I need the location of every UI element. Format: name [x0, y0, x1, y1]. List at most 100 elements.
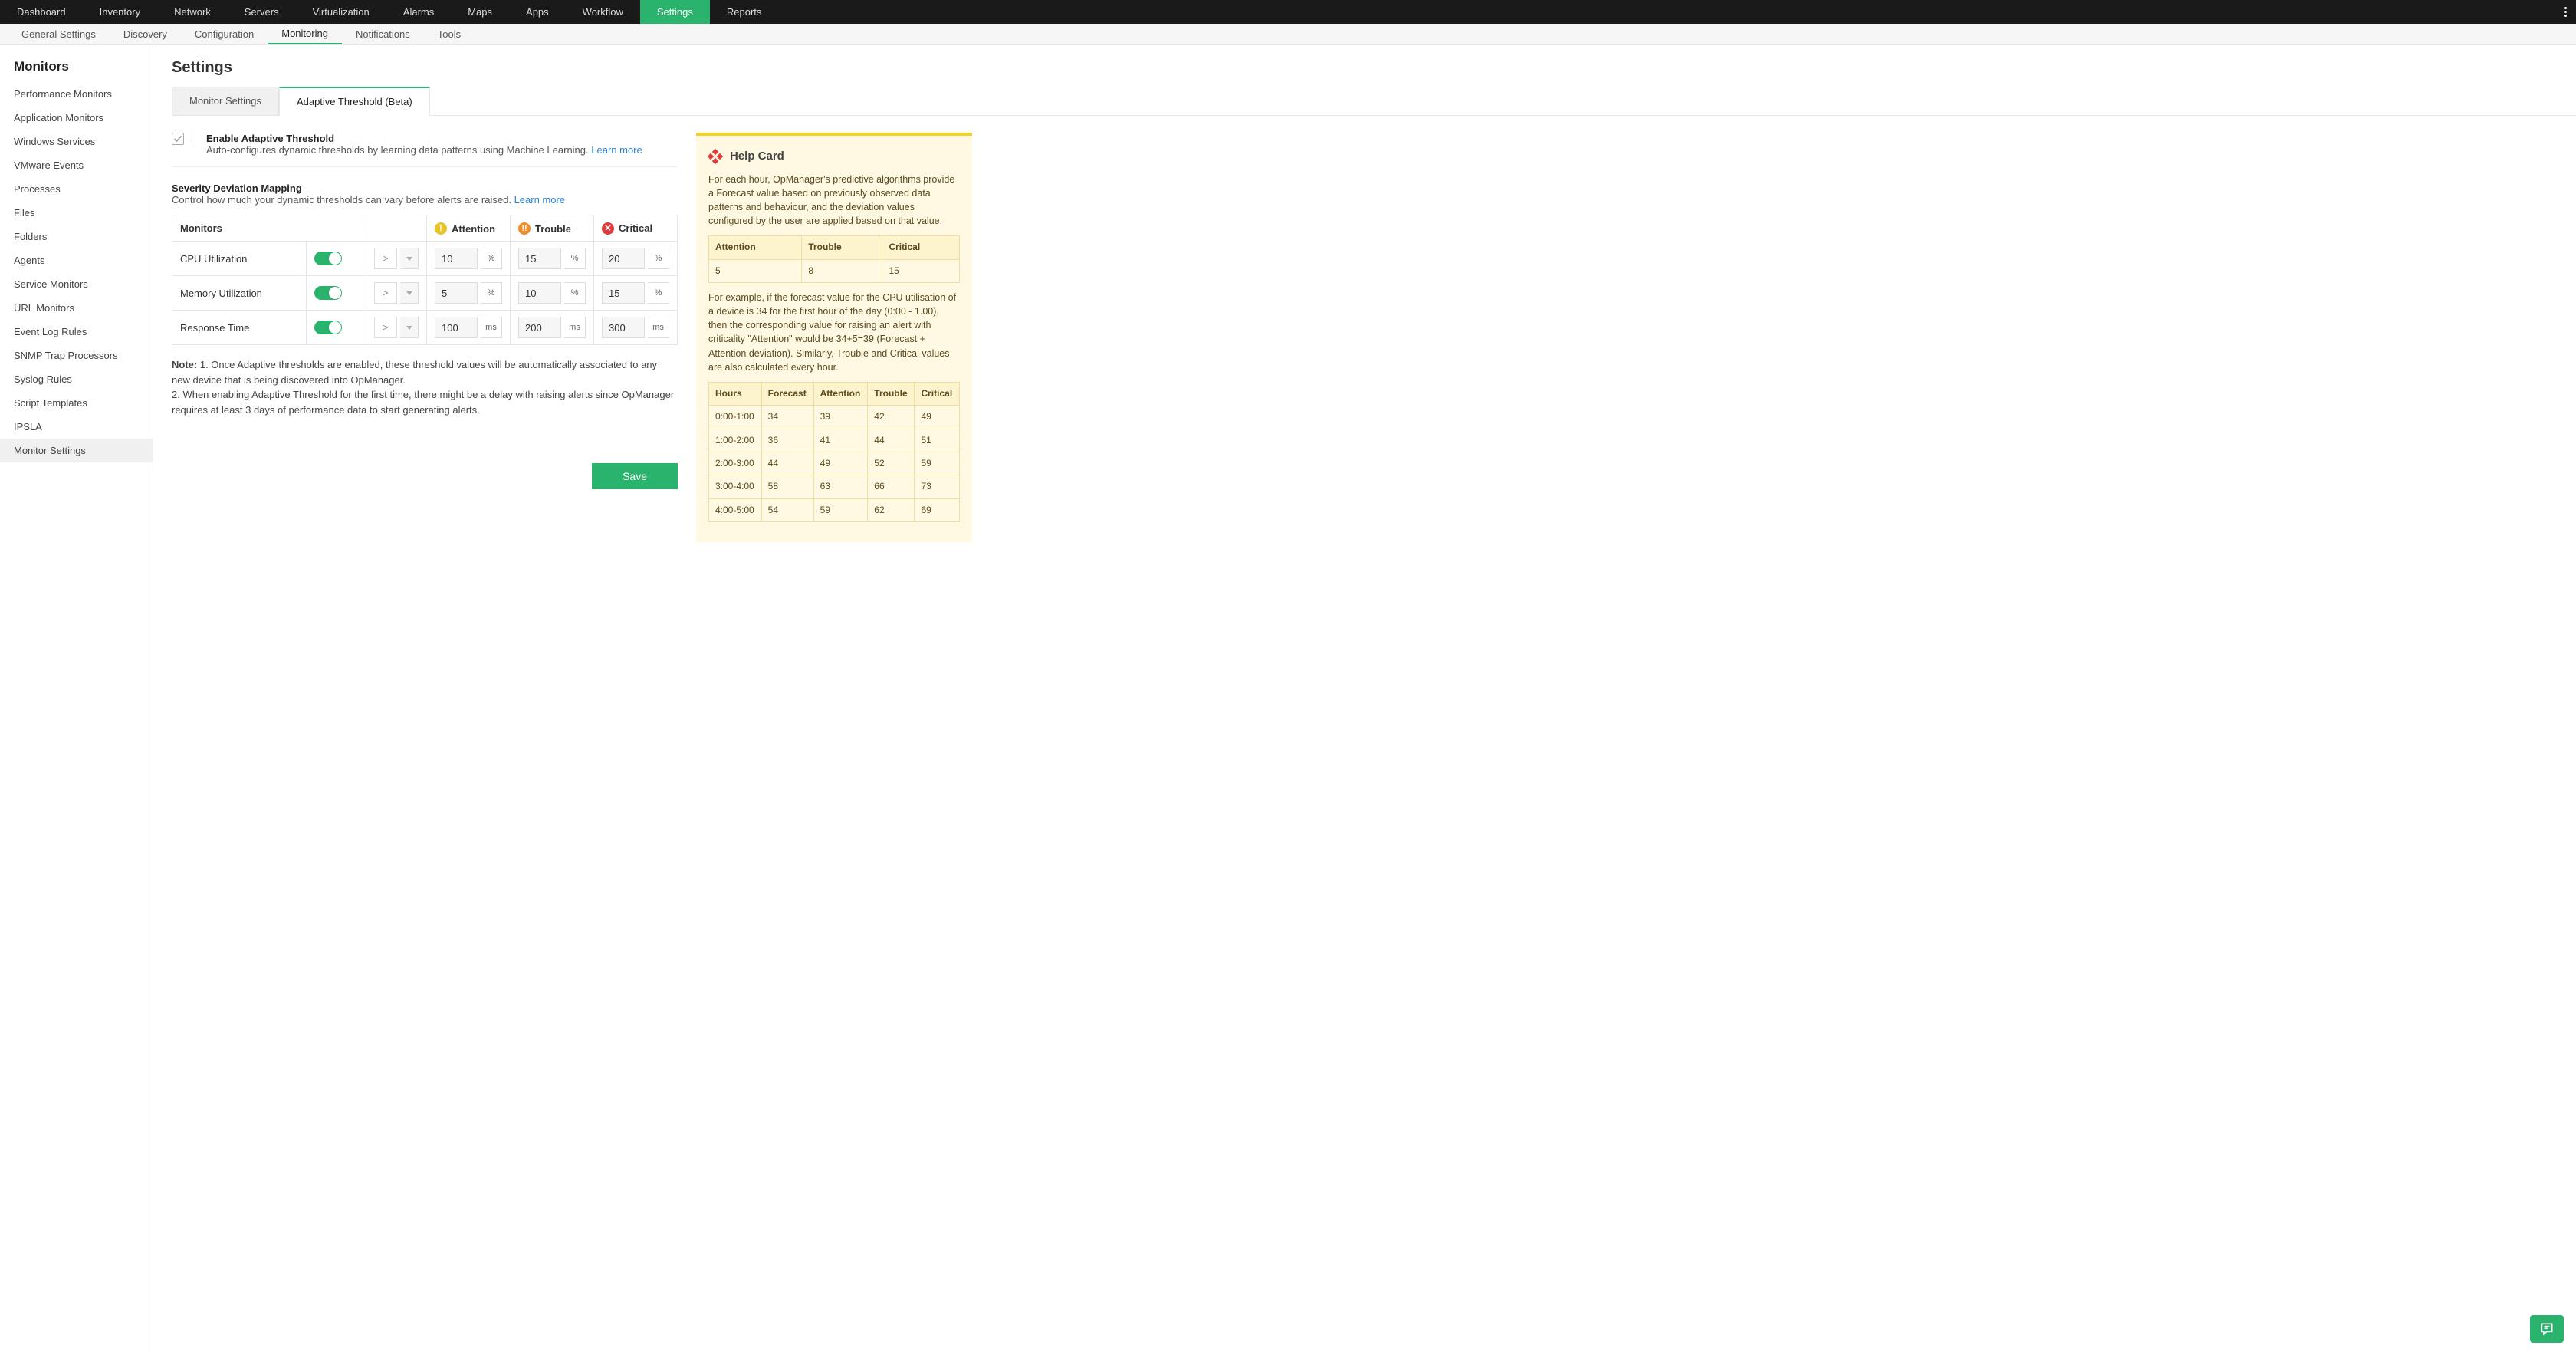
help-card: Help Card For each hour, OpManager's pre… [696, 133, 972, 542]
table-row: CPU Utilization >%%% [172, 242, 678, 276]
sidebar: Monitors Performance MonitorsApplication… [0, 45, 153, 1352]
critical-value-input[interactable] [602, 282, 645, 304]
attention-value-input[interactable] [435, 282, 478, 304]
nav-item-maps[interactable]: Maps [451, 0, 509, 24]
help-paragraph-1: For each hour, OpManager's predictive al… [708, 173, 960, 229]
sidebar-item-windows-services[interactable]: Windows Services [0, 130, 153, 153]
nav-item-alarms[interactable]: Alarms [386, 0, 451, 24]
top-nav: DashboardInventoryNetworkServersVirtuali… [0, 0, 2576, 24]
subnav-item-monitoring[interactable]: Monitoring [268, 24, 342, 44]
sidebar-item-ipsla[interactable]: IPSLA [0, 415, 153, 439]
unit-label: % [648, 282, 669, 304]
unit-label: ms [648, 317, 669, 338]
sidebar-item-service-monitors[interactable]: Service Monitors [0, 272, 153, 296]
sidebar-item-snmp-trap-processors[interactable]: SNMP Trap Processors [0, 344, 153, 367]
nav-item-servers[interactable]: Servers [228, 0, 296, 24]
operator-select[interactable] [400, 282, 419, 304]
col-critical: ✕Critical [594, 215, 678, 242]
enable-adaptive-title: Enable Adaptive Threshold [206, 133, 642, 144]
operator-display: > [374, 317, 397, 338]
unit-label: % [481, 282, 502, 304]
sidebar-item-script-templates[interactable]: Script Templates [0, 391, 153, 415]
subnav-item-general-settings[interactable]: General Settings [8, 24, 110, 44]
enable-adaptive-row: Enable Adaptive Threshold Auto-configure… [172, 133, 678, 167]
sidebar-item-files[interactable]: Files [0, 201, 153, 225]
learn-more-link[interactable]: Learn more [591, 144, 642, 156]
sub-nav: General SettingsDiscoveryConfigurationMo… [0, 24, 2576, 45]
critical-value-input[interactable] [602, 317, 645, 338]
help-icon [708, 150, 722, 163]
help-small-table: AttentionTroubleCritical 5815 [708, 235, 960, 283]
row-toggle[interactable] [314, 286, 342, 300]
unit-label: % [564, 248, 586, 269]
col-attention: !Attention [427, 215, 511, 242]
trouble-value-input[interactable] [518, 248, 561, 269]
unit-label: % [564, 282, 586, 304]
trouble-icon: !! [518, 222, 531, 235]
save-button[interactable]: Save [592, 463, 678, 489]
trouble-value-input[interactable] [518, 317, 561, 338]
monitor-name: Response Time [172, 311, 307, 345]
help-big-table: HoursForecastAttentionTroubleCritical 0:… [708, 382, 960, 522]
tab-adaptive-threshold-beta[interactable]: Adaptive Threshold (Beta) [279, 87, 430, 116]
more-menu-icon[interactable] [2564, 0, 2567, 24]
sidebar-item-folders[interactable]: Folders [0, 225, 153, 248]
nav-item-settings[interactable]: Settings [640, 0, 710, 24]
subnav-item-configuration[interactable]: Configuration [181, 24, 268, 44]
critical-icon: ✕ [602, 222, 614, 235]
nav-item-inventory[interactable]: Inventory [83, 0, 157, 24]
severity-learn-more-link[interactable]: Learn more [514, 194, 565, 206]
tab-bar: Monitor SettingsAdaptive Threshold (Beta… [172, 86, 2576, 116]
table-row: Memory Utilization >%%% [172, 276, 678, 311]
sidebar-item-performance-monitors[interactable]: Performance Monitors [0, 82, 153, 106]
sidebar-item-syslog-rules[interactable]: Syslog Rules [0, 367, 153, 391]
nav-item-workflow[interactable]: Workflow [566, 0, 640, 24]
nav-item-network[interactable]: Network [157, 0, 228, 24]
sidebar-title: Monitors [0, 45, 153, 82]
unit-label: % [648, 248, 669, 269]
monitor-name: Memory Utilization [172, 276, 307, 311]
chat-button[interactable] [2530, 1315, 2564, 1343]
severity-title: Severity Deviation Mapping [172, 183, 678, 194]
unit-label: % [481, 248, 502, 269]
col-trouble: !!Trouble [511, 215, 594, 242]
main-content: Settings Monitor SettingsAdaptive Thresh… [153, 45, 2576, 1352]
nav-item-apps[interactable]: Apps [509, 0, 566, 24]
operator-display: > [374, 248, 397, 269]
monitor-name: CPU Utilization [172, 242, 307, 276]
help-card-title: Help Card [730, 148, 784, 165]
nav-item-virtualization[interactable]: Virtualization [296, 0, 386, 24]
nav-item-reports[interactable]: Reports [710, 0, 779, 24]
operator-select[interactable] [400, 317, 419, 338]
page-title: Settings [172, 59, 2576, 77]
attention-value-input[interactable] [435, 317, 478, 338]
row-toggle[interactable] [314, 321, 342, 334]
subnav-item-discovery[interactable]: Discovery [110, 24, 181, 44]
sidebar-item-agents[interactable]: Agents [0, 248, 153, 272]
severity-subtitle: Control how much your dynamic thresholds… [172, 194, 511, 206]
operator-display: > [374, 282, 397, 304]
nav-item-dashboard[interactable]: Dashboard [0, 0, 83, 24]
enable-adaptive-checkbox[interactable] [172, 133, 184, 145]
tab-monitor-settings[interactable]: Monitor Settings [172, 87, 279, 116]
subnav-item-tools[interactable]: Tools [424, 24, 475, 44]
trouble-value-input[interactable] [518, 282, 561, 304]
unit-label: ms [481, 317, 502, 338]
sidebar-item-url-monitors[interactable]: URL Monitors [0, 296, 153, 320]
sidebar-item-monitor-settings[interactable]: Monitor Settings [0, 439, 153, 462]
col-operator [366, 215, 427, 242]
row-toggle[interactable] [314, 252, 342, 265]
attention-value-input[interactable] [435, 248, 478, 269]
unit-label: ms [564, 317, 586, 338]
table-row: Response Time > ms ms ms [172, 311, 678, 345]
col-monitors: Monitors [172, 215, 366, 242]
critical-value-input[interactable] [602, 248, 645, 269]
sidebar-item-event-log-rules[interactable]: Event Log Rules [0, 320, 153, 344]
sidebar-item-processes[interactable]: Processes [0, 177, 153, 201]
operator-select[interactable] [400, 248, 419, 269]
sidebar-item-application-monitors[interactable]: Application Monitors [0, 106, 153, 130]
enable-adaptive-desc: Auto-configures dynamic thresholds by le… [206, 144, 589, 156]
subnav-item-notifications[interactable]: Notifications [342, 24, 424, 44]
help-paragraph-2: For example, if the forecast value for t… [708, 291, 960, 374]
sidebar-item-vmware-events[interactable]: VMware Events [0, 153, 153, 177]
